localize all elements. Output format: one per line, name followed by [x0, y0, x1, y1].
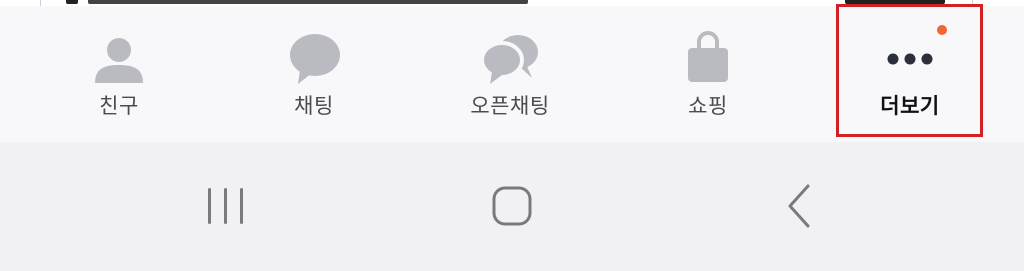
tab-friends[interactable]: 친구 — [39, 6, 199, 142]
tab-chats[interactable]: 채팅 — [234, 6, 394, 142]
home-icon — [492, 186, 532, 226]
screen: 친구 채팅 오픈채팅 쇼핑 더보기 — [0, 0, 1024, 271]
tab-label: 오픈채팅 — [470, 94, 550, 118]
tab-label: 채팅 — [294, 94, 334, 118]
tab-shopping[interactable]: 쇼핑 — [628, 6, 788, 142]
tab-open-chat[interactable]: 오픈채팅 — [430, 6, 590, 142]
tab-label: 쇼핑 — [688, 94, 728, 118]
text-fragment — [845, 0, 945, 4]
back-button[interactable] — [764, 178, 836, 238]
more-dots-icon — [887, 53, 933, 65]
system-navigation-bar — [0, 142, 1024, 271]
home-button[interactable] — [476, 178, 548, 238]
text-fragment — [88, 0, 528, 4]
chat-bubble-icon — [290, 34, 340, 84]
shopping-bag-icon — [688, 31, 728, 82]
new-badge-dot — [937, 25, 947, 35]
recent-apps-icon — [208, 188, 243, 224]
back-icon — [788, 184, 810, 228]
tab-label: 친구 — [99, 94, 139, 118]
tab-label: 더보기 — [880, 94, 940, 118]
text-fragment — [66, 0, 78, 4]
open-chat-icon — [480, 35, 538, 84]
recent-apps-button[interactable] — [190, 178, 262, 238]
person-icon — [95, 38, 143, 83]
tab-more[interactable]: 더보기 — [830, 6, 990, 142]
bottom-tab-bar: 친구 채팅 오픈채팅 쇼핑 더보기 — [0, 6, 1024, 142]
